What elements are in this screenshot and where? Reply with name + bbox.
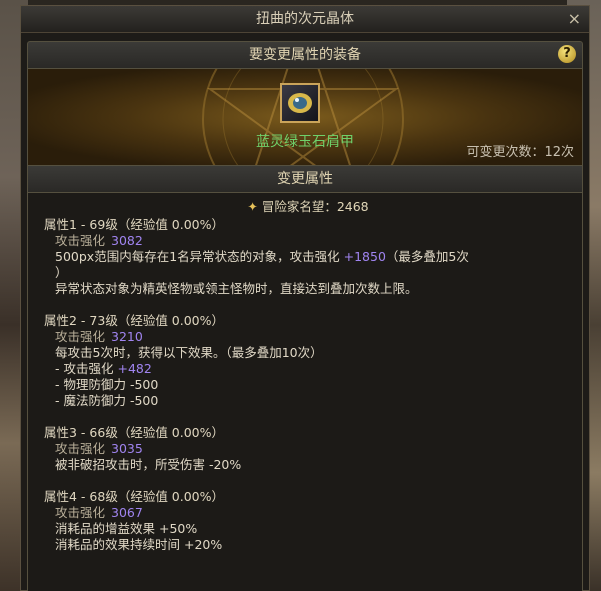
attribute-block: 属性3 - 66级（经验值 0.00%） 攻击强化 3035 被非破招攻击时，所受伤害… — [44, 425, 572, 473]
attack-enhance-value: 3082 — [111, 233, 143, 248]
attack-enhance-label: 攻击强化 — [55, 441, 106, 456]
attribute-title: 属性3 - 66级（经验值 0.00%） — [44, 425, 224, 440]
effect-line: 消耗品的效果持续时间 +20% — [44, 537, 572, 553]
attack-enhance-value: 3210 — [111, 329, 143, 344]
effect-text: +482 — [117, 361, 152, 376]
effect-line: 被非破招攻击时，所受伤害 -20% — [44, 457, 572, 473]
effect-line: 异常状态对象为精英怪物或领主怪物时，直接达到叠加次数上限。 — [44, 281, 572, 297]
equip-section-header: 要变更属性的装备 ? — [27, 41, 583, 69]
attribute-block: 属性4 - 68级（经验值 0.00%） 攻击强化 3067 消耗品的增益效果 +50… — [44, 489, 572, 553]
reputation-text: 冒险家名望：2468 — [261, 199, 369, 214]
attribute-title: 属性2 - 73级（经验值 0.00%） — [44, 313, 224, 328]
effect-text: 被非破招攻击时，所受伤害 -20% — [55, 457, 242, 472]
change-count: 可变更次数：12次 — [466, 145, 574, 160]
attribute-title: 属性4 - 68级（经验值 0.00%） — [44, 489, 224, 504]
attribute-list: 属性1 - 69级（经验值 0.00%） 攻击强化 3082 500px范围内每存在1… — [44, 217, 572, 553]
effect-line: 每攻击5次时，获得以下效果。（最多叠加10次） — [44, 345, 572, 361]
attributes-panel: ✦ 冒险家名望：2468 属性1 - 69级（经验值 0.00%） 攻击强化 3082… — [27, 193, 583, 591]
window-titlebar[interactable]: 扭曲的次元晶体 × — [21, 6, 589, 33]
attack-enhance-line: 攻击强化 3082 — [44, 233, 572, 249]
attack-enhance-label: 攻击强化 — [55, 329, 106, 344]
effect-line: 消耗品的增益效果 +50% — [44, 521, 572, 537]
attack-enhance-value: 3067 — [111, 505, 143, 520]
effect-text: 消耗品的增益效果 +50% — [55, 521, 198, 536]
attribute-block: 属性1 - 69级（经验值 0.00%） 攻击强化 3082 500px范围内每存在1… — [44, 217, 572, 297]
attribute-block: 属性2 - 73级（经验值 0.00%） 攻击强化 3210 每攻击5次时，获得以下效… — [44, 313, 572, 409]
attack-enhance-value: 3035 — [111, 441, 143, 456]
attr-section-header: 变更属性 — [27, 165, 583, 193]
effect-text: - 魔法防御力 -500 — [55, 393, 159, 408]
attack-enhance-label: 攻击强化 — [55, 233, 106, 248]
attack-enhance-line: 攻击强化 3210 — [44, 329, 572, 345]
effect-text: 异常状态对象为精英怪物或领主怪物时，直接达到叠加次数上限。 — [55, 281, 418, 296]
effect-line: ） — [44, 265, 572, 281]
effect-line: - 魔法防御力 -500 — [44, 393, 572, 409]
effect-text: 每攻击5次时，获得以下效果。（最多叠加10次） — [55, 345, 323, 360]
shoulder-armor-icon[interactable] — [280, 83, 320, 123]
effect-text: 500px范围内每存在1名异常状态的对象，攻击强化 — [55, 249, 344, 264]
effect-line: 500px范围内每存在1名异常状态的对象，攻击强化 +1850（最多叠加5次 — [44, 249, 572, 265]
attack-enhance-line: 攻击强化 3067 — [44, 505, 572, 521]
effect-text: +1850 — [343, 249, 386, 264]
effect-text: ） — [55, 265, 68, 280]
effect-text: （最多叠加5次 — [385, 249, 469, 264]
reputation-icon: ✦ — [247, 199, 258, 214]
effect-text: - 物理防御力 -500 — [55, 377, 159, 392]
attribute-title: 属性1 - 69级（经验值 0.00%） — [44, 217, 224, 232]
equip-panel: 蓝灵绿玉石肩甲 可变更次数：12次 — [27, 69, 583, 165]
dimension-crystal-window: 扭曲的次元晶体 × 要变更属性的装备 ? 蓝灵绿玉石肩甲 可变更次数：12次 变… — [20, 5, 590, 591]
effect-text: 消耗品的效果持续时间 +20% — [55, 537, 223, 552]
window-title: 扭曲的次元晶体 — [256, 11, 354, 27]
attack-enhance-line: 攻击强化 3035 — [44, 441, 572, 457]
attr-section-title: 变更属性 — [277, 171, 333, 187]
effect-line: - 物理防御力 -500 — [44, 377, 572, 393]
effect-line: - 攻击强化 +482 — [44, 361, 572, 377]
reputation-line: ✦ 冒险家名望：2468 — [44, 199, 572, 215]
attack-enhance-label: 攻击强化 — [55, 505, 106, 520]
help-icon[interactable]: ? — [558, 45, 576, 63]
equip-section-title: 要变更属性的装备 — [249, 47, 361, 63]
close-icon[interactable]: × — [568, 6, 581, 32]
effect-text: - 攻击强化 — [55, 361, 118, 376]
